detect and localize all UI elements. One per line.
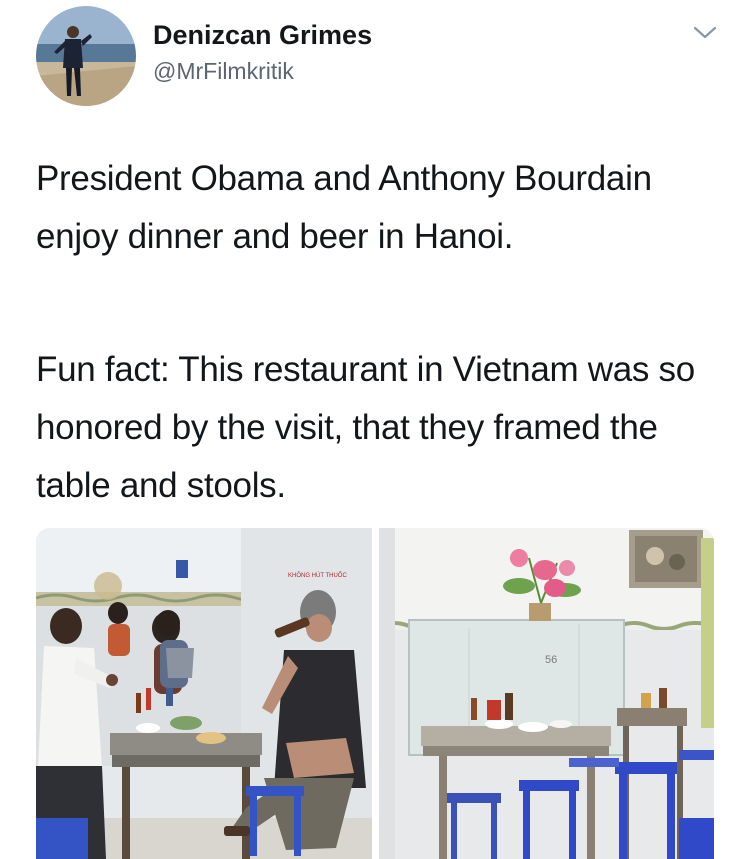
tweet-text-paragraph-1: President Obama and Anthony Bourdain enj… [36,159,652,256]
author-handle[interactable]: @MrFilmkritik [153,58,294,85]
no-smoking-sign: KHÔNG HÚT THUỐC [288,572,347,579]
chevron-down-icon[interactable] [692,24,718,42]
tweet-media: KHÔNG HÚT THUỐC 56 [36,528,714,859]
tweet-card: Denizcan Grimes @MrFilmkritik President … [0,0,747,859]
author-display-name[interactable]: Denizcan Grimes [153,20,372,51]
photo-obama-bourdain-dinner[interactable]: KHÔNG HÚT THUỐC [36,528,372,859]
tweet-text-paragraph-2: Fun fact: This restaurant in Vietnam was… [36,350,695,505]
photo-framed-table-and-stools[interactable]: 56 [379,528,714,859]
tweet-header: Denizcan Grimes @MrFilmkritik [36,6,726,106]
case-number-label: 56 [545,654,557,666]
avatar-image [36,6,136,106]
author-avatar[interactable] [36,6,136,106]
